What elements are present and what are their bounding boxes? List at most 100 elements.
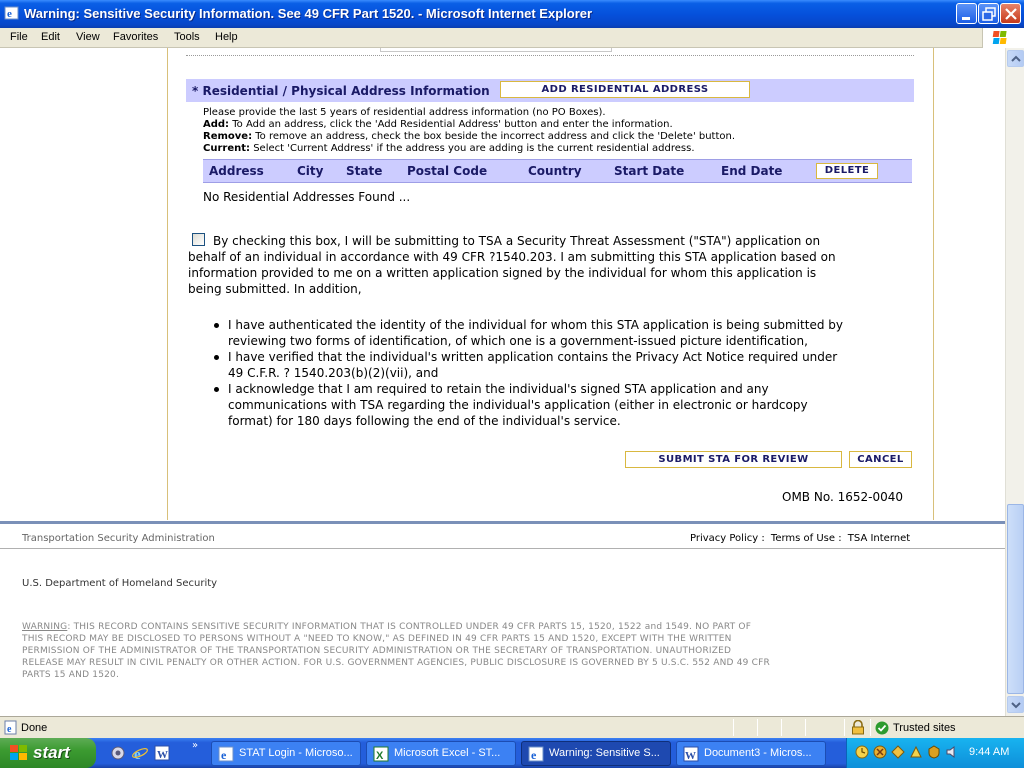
bullet-3-line-1: I acknowledge that I am required to reta… bbox=[228, 382, 769, 396]
ie-icon: e bbox=[528, 746, 544, 762]
menu-edit[interactable]: Edit bbox=[41, 31, 60, 43]
menu-favorites[interactable]: Favorites bbox=[113, 31, 158, 43]
ie-icon: e bbox=[218, 746, 234, 762]
word-icon: W bbox=[683, 746, 699, 762]
svg-text:X: X bbox=[376, 750, 384, 762]
terms-of-use-link[interactable]: Terms of Use bbox=[771, 533, 835, 544]
address-table-header: Address City State Postal Code Country S… bbox=[203, 159, 912, 183]
scroll-up-icon bbox=[1011, 55, 1021, 62]
scroll-down-button[interactable] bbox=[1007, 696, 1024, 713]
page-done-icon: e bbox=[4, 720, 17, 735]
start-button[interactable]: start bbox=[0, 738, 96, 768]
empty-table-message: No Residential Addresses Found ... bbox=[203, 190, 411, 204]
excel-icon: X bbox=[373, 746, 389, 762]
warning-line-2: THIS RECORD MAY BE DISCLOSED TO PERSONS … bbox=[22, 634, 732, 644]
window-title: Warning: Sensitive Security Information.… bbox=[24, 6, 593, 21]
task-button-word[interactable]: W Document3 - Micros... bbox=[676, 741, 826, 766]
close-button[interactable] bbox=[1000, 3, 1021, 24]
taskbar-clock: 9:44 AM bbox=[969, 746, 1010, 758]
task-button-stat-login[interactable]: e STAT Login - Microso... bbox=[211, 741, 361, 766]
instruction-current: Current: Select 'Current Address' if the… bbox=[203, 143, 695, 154]
quicklaunch-ie-icon[interactable]: e bbox=[132, 745, 148, 761]
bullet-dot bbox=[214, 323, 219, 328]
column-address: Address bbox=[209, 164, 264, 178]
ie-icon: e bbox=[4, 6, 19, 20]
footer-link-separator: : bbox=[838, 533, 842, 544]
network-tray-icon[interactable] bbox=[891, 745, 905, 759]
instruction-remove-label: Remove: bbox=[203, 131, 253, 142]
column-state: State bbox=[346, 164, 383, 178]
windows-flag-icon bbox=[10, 745, 27, 760]
status-divider bbox=[733, 719, 734, 736]
menu-file[interactable]: File bbox=[10, 31, 28, 43]
start-label: start bbox=[33, 743, 70, 762]
certification-line-4: being submitted. In addition, bbox=[188, 282, 362, 296]
page-viewport: * Residential / Physical Address Informa… bbox=[0, 48, 1005, 716]
column-country: Country bbox=[528, 164, 582, 178]
shield-tray-icon[interactable] bbox=[873, 745, 887, 759]
close-icon bbox=[1005, 8, 1017, 20]
minimize-button[interactable] bbox=[956, 3, 977, 24]
volume-tray-icon[interactable] bbox=[945, 745, 959, 759]
content-border-left bbox=[167, 48, 168, 520]
footer-separator bbox=[0, 521, 1005, 524]
footer-links: Privacy Policy : Terms of Use : TSA Inte… bbox=[690, 533, 910, 544]
task-button-excel[interactable]: X Microsoft Excel - ST... bbox=[366, 741, 516, 766]
instruction-current-label: Current: bbox=[203, 143, 251, 154]
footer-divider bbox=[0, 548, 1005, 549]
content-border-right bbox=[933, 48, 934, 520]
tsa-internet-link[interactable]: TSA Internet bbox=[848, 533, 910, 544]
warning-line-3: PERMISSION OF THE ADMINISTRATOR OF THE T… bbox=[22, 646, 732, 656]
instruction-add-label: Add: bbox=[203, 119, 230, 130]
delete-button[interactable]: DELETE bbox=[816, 163, 878, 179]
taskbar: start e W » e STAT Login - Microso... X … bbox=[0, 738, 1024, 768]
privacy-policy-link[interactable]: Privacy Policy bbox=[690, 533, 758, 544]
task-label: Warning: Sensitive S... bbox=[549, 747, 660, 759]
certification-line-1: By checking this box, I will be submitti… bbox=[213, 234, 821, 248]
certification-checkbox[interactable] bbox=[192, 233, 205, 246]
quicklaunch-word-icon[interactable]: W bbox=[154, 745, 170, 761]
svg-text:e: e bbox=[531, 748, 537, 762]
status-divider bbox=[844, 719, 845, 736]
add-residential-address-button[interactable]: ADD RESIDENTIAL ADDRESS bbox=[500, 81, 750, 98]
scroll-thumb[interactable] bbox=[1007, 504, 1024, 694]
instruction-current-text: Select 'Current Address' if the address … bbox=[250, 143, 695, 154]
scroll-down-icon bbox=[1011, 702, 1021, 709]
instruction-add-text: To Add an address, click the 'Add Reside… bbox=[229, 119, 673, 130]
status-divider bbox=[805, 719, 806, 736]
menu-tools[interactable]: Tools bbox=[174, 31, 200, 43]
scroll-up-button[interactable] bbox=[1007, 50, 1024, 67]
instruction-remove-text: To remove an address, check the box besi… bbox=[252, 131, 736, 142]
window-title-bar[interactable]: e Warning: Sensitive Security Informatio… bbox=[0, 0, 1024, 28]
column-postal-code: Postal Code bbox=[407, 164, 488, 178]
cancel-button[interactable]: CANCEL bbox=[849, 451, 912, 468]
warning-label: WARNING bbox=[22, 622, 68, 632]
status-divider bbox=[757, 719, 758, 736]
status-text: Done bbox=[21, 722, 48, 734]
residential-address-header: * Residential / Physical Address Informa… bbox=[186, 79, 914, 102]
svg-text:e: e bbox=[7, 724, 12, 735]
bullet-2-line-2: 49 C.F.R. ? 1540.203(b)(2)(vii), and bbox=[228, 366, 439, 380]
quicklaunch-more-icon[interactable]: » bbox=[192, 740, 198, 751]
restore-button[interactable] bbox=[978, 3, 999, 24]
antivirus-tray-icon[interactable] bbox=[927, 745, 941, 759]
menu-help[interactable]: Help bbox=[215, 31, 238, 43]
menu-view[interactable]: View bbox=[76, 31, 100, 43]
bullet-3-line-2: communications with TSA regarding the in… bbox=[228, 398, 808, 412]
warning-line-1-text: : THIS RECORD CONTAINS SENSITIVE SECURIT… bbox=[67, 622, 752, 632]
quicklaunch-settings-icon[interactable] bbox=[110, 745, 126, 761]
clock-tray-icon[interactable] bbox=[855, 745, 869, 759]
instruction-remove: Remove: To remove an address, check the … bbox=[203, 131, 735, 142]
section-title: * Residential / Physical Address Informa… bbox=[192, 84, 490, 98]
submit-sta-button[interactable]: SUBMIT STA FOR REVIEW bbox=[625, 451, 842, 468]
update-tray-icon[interactable] bbox=[909, 745, 923, 759]
vertical-scrollbar[interactable] bbox=[1005, 48, 1024, 716]
task-button-warning-ie[interactable]: e Warning: Sensitive S... bbox=[521, 741, 671, 766]
certification-line-2: behalf of an individual in accordance wi… bbox=[188, 250, 836, 264]
menu-bar: File Edit View Favorites Tools Help bbox=[0, 28, 1024, 48]
status-divider bbox=[870, 719, 871, 736]
trusted-sites-check-icon bbox=[875, 721, 889, 735]
task-label: STAT Login - Microso... bbox=[239, 747, 353, 759]
minimize-icon bbox=[962, 17, 970, 20]
column-end-date: End Date bbox=[721, 164, 783, 178]
